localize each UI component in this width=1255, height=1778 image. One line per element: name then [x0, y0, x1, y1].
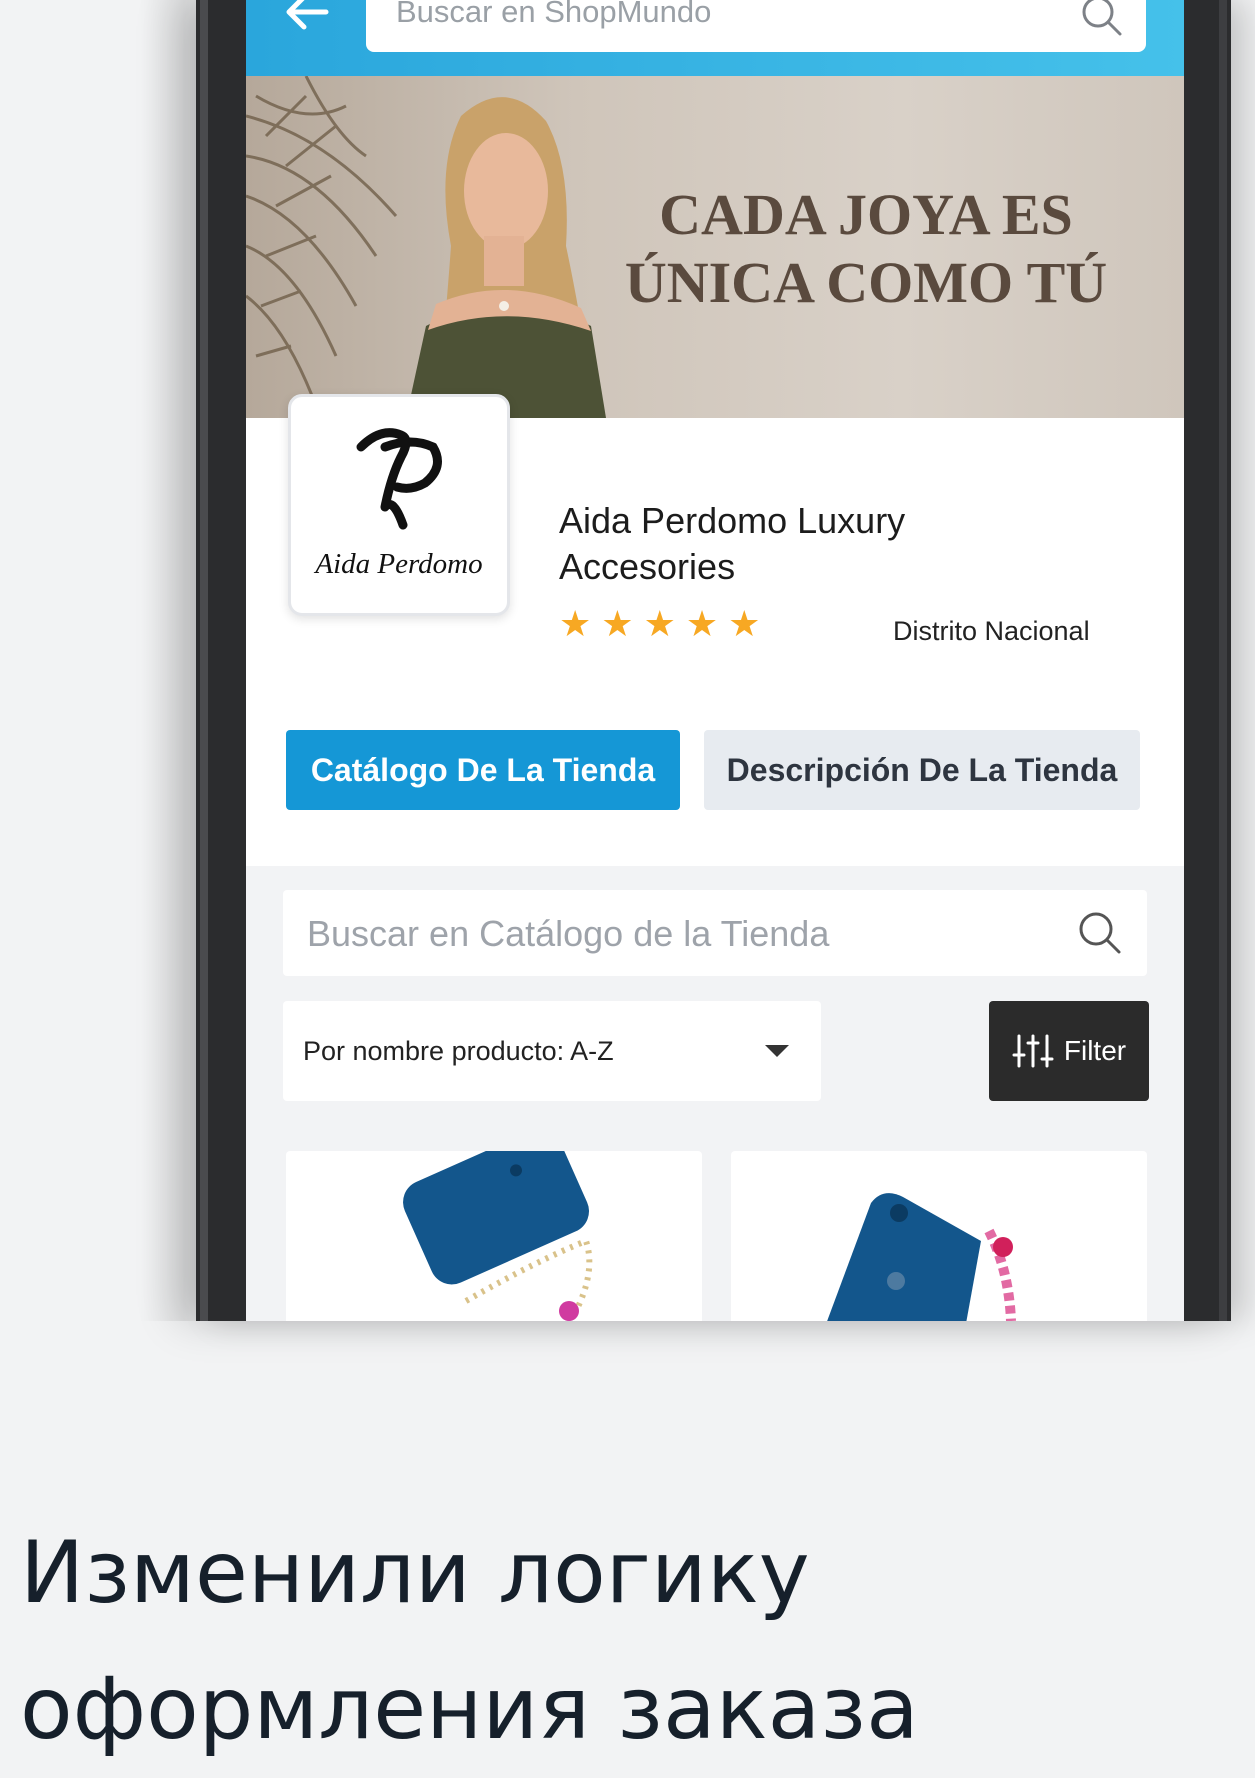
banner-tagline-line1: CADA JOYA ES — [659, 182, 1073, 247]
product-image — [403, 1151, 593, 1321]
catalog-search-placeholder: Buscar en Catálogo de la Tienda — [307, 913, 830, 954]
model-photo — [406, 97, 606, 418]
filter-button[interactable]: Filter — [989, 1001, 1149, 1101]
tab-store-catalog[interactable]: Catálogo De La Tienda — [286, 730, 680, 810]
store-logo[interactable]: Aida Perdomo — [288, 394, 510, 616]
sliders-icon — [1012, 1034, 1054, 1068]
back-arrow-icon[interactable] — [282, 0, 332, 32]
headline-line2: оформления заказа — [20, 1659, 919, 1759]
filter-button-label: Filter — [1063, 1035, 1127, 1066]
top-bar: Buscar en ShopMundo — [246, 0, 1184, 76]
banner-tagline: CADA JOYA ES ÚNICA COMO TÚ — [606, 181, 1126, 317]
star-icon: ★ — [728, 603, 761, 644]
search-icon[interactable] — [1077, 910, 1123, 961]
store-banner: CADA JOYA ES ÚNICA COMO TÚ — [246, 76, 1184, 418]
phone-edge-left — [200, 0, 208, 1321]
app-search-input[interactable]: Buscar en ShopMundo — [366, 0, 1146, 52]
headline-line1: Изменили логику — [20, 1523, 810, 1623]
phone-edge-right — [1219, 0, 1227, 1321]
store-location: Distrito Nacional — [893, 616, 1090, 646]
page-headline: Изменили логику оформления заказа — [20, 1505, 1220, 1777]
store-rating-stars: ★ ★ ★ ★ ★ — [559, 606, 760, 642]
store-name: Aida Perdomo Luxury Accesories — [559, 500, 906, 587]
star-icon: ★ — [601, 603, 634, 644]
star-icon: ★ — [559, 603, 592, 644]
tab-store-description[interactable]: Descripción De La Tienda — [704, 730, 1140, 810]
star-icon: ★ — [685, 603, 719, 644]
sort-dropdown-value: Por nombre producto: A-Z — [303, 1036, 614, 1066]
store-info-card: Aida Perdomo Aida Perdomo Luxury Accesor… — [246, 394, 1184, 866]
search-icon[interactable] — [1080, 0, 1124, 43]
phone-screen: Buscar en ShopMundo CADA JOYA ES ÚNICA C… — [246, 0, 1184, 1321]
product-card[interactable] — [731, 1151, 1147, 1321]
product-card[interactable] — [286, 1151, 702, 1321]
catalog-search-input[interactable]: Buscar en Catálogo de la Tienda — [283, 890, 1147, 976]
chevron-down-icon — [765, 1045, 789, 1057]
sort-dropdown[interactable]: Por nombre producto: A-Z — [283, 1001, 821, 1101]
store-monogram-icon — [356, 428, 442, 530]
star-icon: ★ — [643, 603, 676, 644]
app-search-placeholder: Buscar en ShopMundo — [396, 0, 712, 29]
banner-tagline-line2: ÚNICA COMO TÚ — [624, 250, 1108, 315]
product-image — [827, 1193, 1016, 1321]
store-logo-text: Aida Perdomo — [315, 548, 483, 580]
